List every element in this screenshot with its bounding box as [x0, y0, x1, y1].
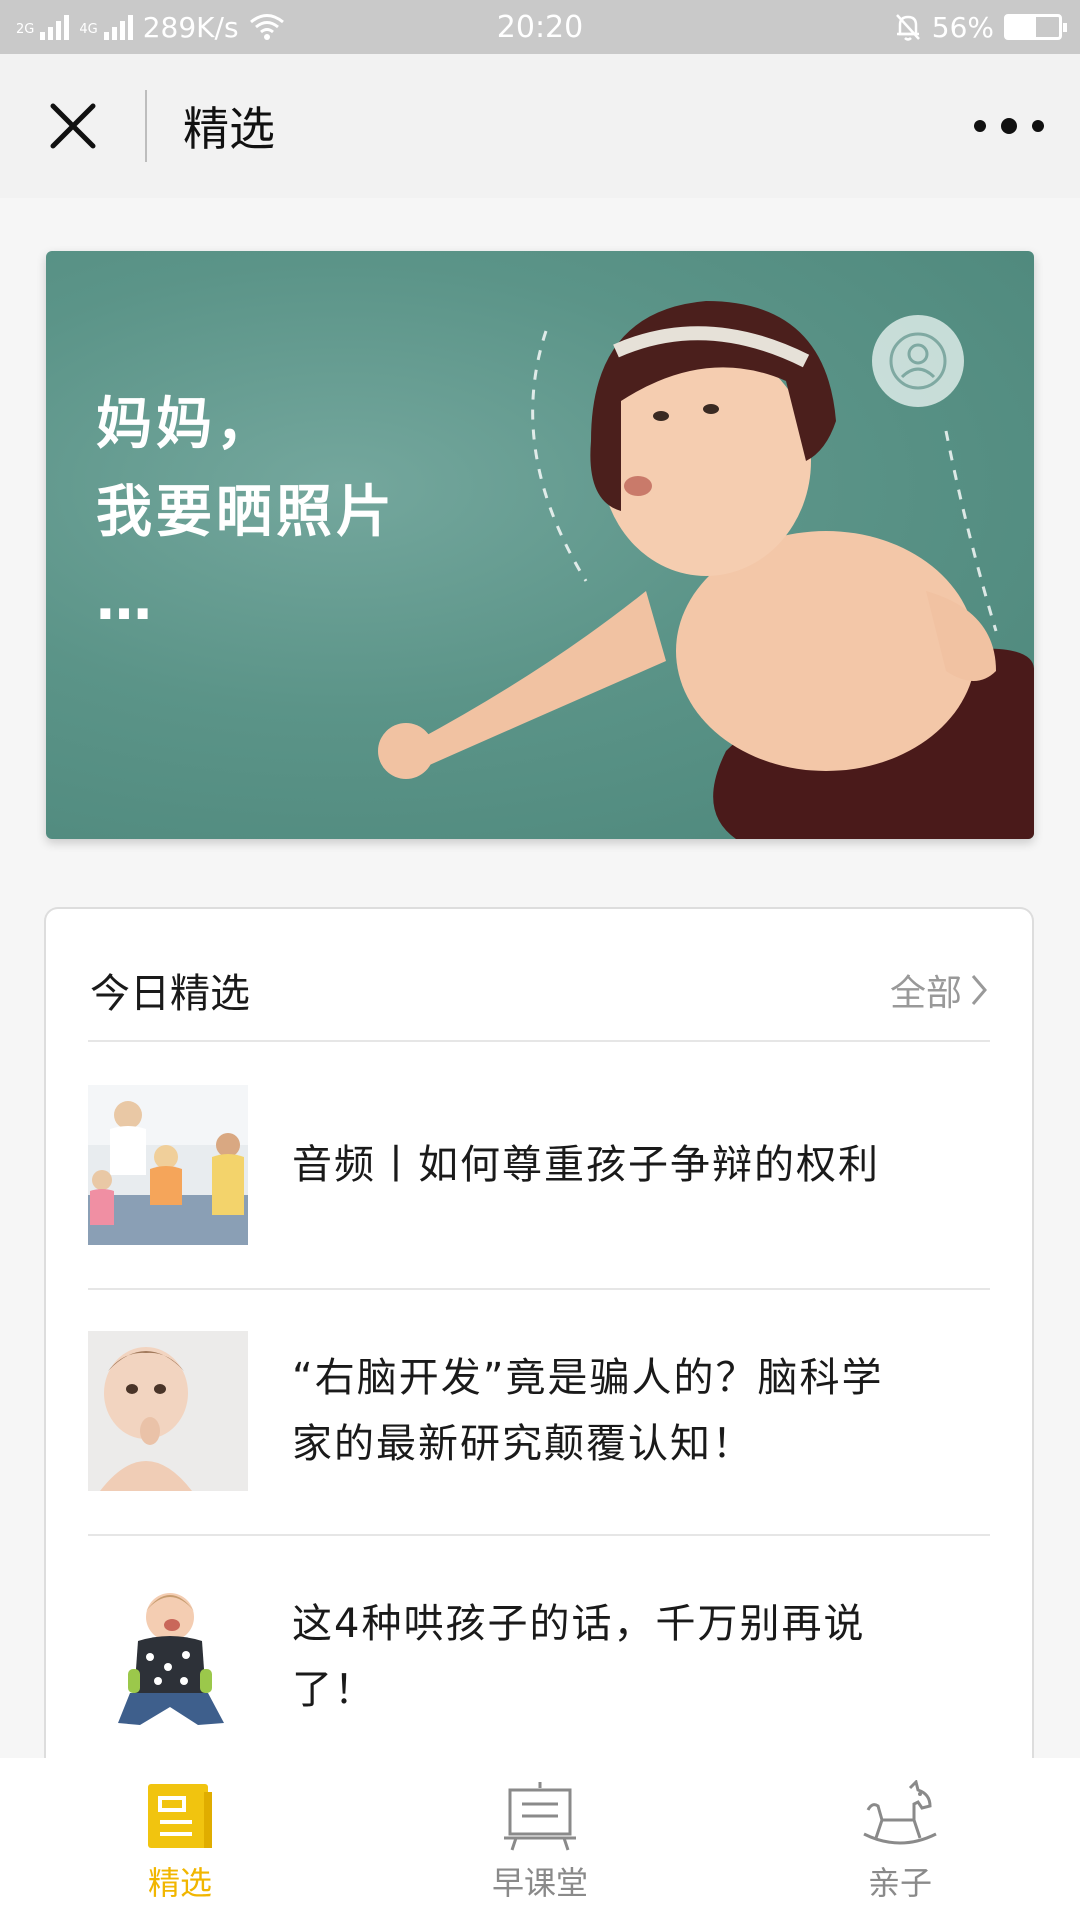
nav-divider — [145, 90, 147, 162]
article-title: 音频丨如何尊重孩子争辩的权利 — [292, 1142, 880, 1188]
network-type-2g: 2G — [16, 21, 35, 37]
article-thumbnail — [88, 1331, 248, 1491]
baby-thinking-photo — [88, 1331, 248, 1491]
status-bar: 2G 4G 289K/s 20:20 56% — [0, 0, 1080, 54]
battery-percent: 56% — [931, 10, 994, 44]
article-thumbnail — [88, 1577, 248, 1737]
tab-parenting[interactable]: 亲子 — [720, 1758, 1080, 1920]
network-speed: 289K/s — [142, 10, 239, 44]
article-item[interactable]: 音频丨如何尊重孩子争辩的权利 — [88, 1085, 990, 1245]
battery-icon — [1004, 14, 1067, 40]
laughing-baby-photo — [88, 1577, 248, 1737]
more-button[interactable] — [974, 104, 1044, 148]
article-thumbnail — [88, 1085, 248, 1245]
banner-line-3: … — [96, 568, 156, 633]
card-header: 今日精选 全部 — [90, 955, 988, 1025]
bell-mute-icon — [895, 14, 920, 41]
tab-featured[interactable]: 精选 — [0, 1758, 360, 1920]
see-all-link[interactable]: 全部 — [890, 964, 988, 1016]
more-icon-dot — [1032, 120, 1044, 132]
divider — [88, 1040, 990, 1042]
page-title: 精选 — [183, 102, 275, 156]
banner-line-2: 我要晒照片 — [96, 480, 396, 545]
wifi-icon — [249, 14, 284, 40]
status-right: 56% — [894, 10, 1067, 44]
close-button[interactable] — [0, 54, 145, 198]
banner-line-1: 妈妈， — [96, 392, 276, 457]
banner-text: 妈妈， 我要晒照片 … — [96, 381, 396, 645]
tab-label: 亲子 — [867, 1864, 932, 1902]
article-title: 这4种哄孩子的话，千万别再说了！ — [292, 1601, 866, 1713]
article-item[interactable]: 这4种哄孩子的话，千万别再说了！ — [88, 1577, 990, 1737]
article-item[interactable]: “右脑开发”竟是骗人的？脑科学家的最新研究颠覆认知！ — [88, 1331, 990, 1491]
blackboard-icon — [504, 1782, 576, 1851]
see-all-label: 全部 — [889, 973, 962, 1014]
avatar-button[interactable] — [872, 315, 964, 407]
user-icon — [889, 332, 947, 390]
tab-label: 精选 — [147, 1864, 212, 1902]
featured-icon — [148, 1784, 212, 1848]
divider — [88, 1288, 990, 1290]
tab-label: 早课堂 — [491, 1864, 588, 1902]
tab-bar: 精选 早课堂 亲子 — [0, 1758, 1080, 1920]
chevron-right-icon — [971, 975, 987, 1005]
close-icon — [50, 103, 95, 149]
signal-icon — [40, 14, 70, 40]
nav-bar: 精选 — [0, 54, 1080, 198]
section-title: 今日精选 — [90, 971, 250, 1017]
more-icon — [974, 120, 986, 132]
rocking-horse-icon — [863, 1780, 937, 1845]
tab-morning-class[interactable]: 早课堂 — [360, 1758, 720, 1920]
article-title: “右脑开发”竟是骗人的？脑科学家的最新研究颠覆认知！ — [292, 1355, 884, 1467]
signal-icon-2 — [103, 14, 133, 40]
divider — [88, 1534, 990, 1536]
more-icon-dot — [1001, 118, 1017, 134]
network-type-4g: 4G — [79, 21, 98, 37]
family-photo — [88, 1085, 248, 1245]
status-left: 2G 4G 289K/s — [16, 11, 285, 44]
banner[interactable]: 妈妈， 我要晒照片 … — [46, 251, 1034, 839]
battery-level — [1007, 17, 1037, 37]
